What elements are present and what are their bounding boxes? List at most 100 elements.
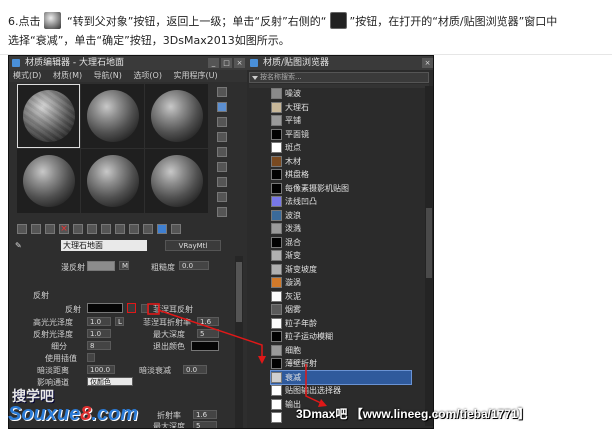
map-list-item[interactable]: 薄壁折射 <box>271 357 411 371</box>
map-list-item[interactable]: 平铺 <box>271 114 411 128</box>
sample-slot[interactable] <box>145 84 208 148</box>
refl-gloss-spinner[interactable]: 1.0 <box>87 329 111 338</box>
params-scrollbar[interactable] <box>235 256 243 428</box>
options-icon[interactable] <box>217 177 227 187</box>
search-by-name-field[interactable]: 按名称搜索... <box>249 72 429 83</box>
lock-button[interactable]: L <box>115 317 124 326</box>
map-list-item[interactable]: 法线凹凸 <box>271 195 411 209</box>
map-list-item[interactable]: 木材 <box>271 155 411 169</box>
assign-material-icon[interactable] <box>45 224 55 234</box>
material-name-field[interactable]: 大理石地面 <box>61 240 147 251</box>
scrollbar-thumb[interactable] <box>236 262 242 322</box>
map-list-item[interactable]: 每像素摄影机贴图 <box>271 182 411 196</box>
hilight-gloss-spinner[interactable]: 1.0 <box>87 317 111 326</box>
reflect-map-button[interactable] <box>127 303 136 313</box>
chevron-down-icon[interactable] <box>252 76 258 80</box>
map-list-item-label: 薄壁折射 <box>285 359 317 369</box>
sample-type-icon[interactable] <box>217 87 227 97</box>
uv-tiling-icon[interactable] <box>217 132 227 142</box>
subdivs-spinner[interactable]: 8 <box>87 341 111 350</box>
swirl-icon <box>271 277 282 289</box>
browser-scrollbar[interactable] <box>425 86 433 426</box>
select-by-material-icon[interactable] <box>217 192 227 202</box>
refraction-ior-spinner[interactable]: 1.6 <box>193 410 217 419</box>
close-icon[interactable]: × <box>422 58 433 68</box>
make-preview-icon[interactable] <box>217 162 227 172</box>
fresnel-ior-label: 菲涅耳折射率 <box>143 318 191 327</box>
go-to-parent-button-icon[interactable] <box>157 224 167 234</box>
menu-utilities[interactable]: 实用程序(U) <box>174 71 218 80</box>
put-to-scene-icon[interactable] <box>31 224 41 234</box>
menu-mode[interactable]: 模式(D) <box>13 71 41 80</box>
scrollbar-thumb[interactable] <box>426 208 432 278</box>
use-interp-checkbox[interactable] <box>87 353 95 362</box>
sample-slot[interactable] <box>17 149 80 213</box>
map-list-item[interactable]: 泼溅 <box>271 222 411 236</box>
dim-falloff-spinner[interactable]: 0.0 <box>183 365 207 374</box>
map-list-item[interactable]: 粒子运动模糊 <box>271 330 411 344</box>
map-list-item[interactable]: 混合 <box>271 236 411 250</box>
instruction-part-b: “转到父对象”按钮，返回上一级；单击“反射”右侧的“ <box>63 15 327 28</box>
fresnel-checkbox[interactable] <box>141 304 149 313</box>
backlight-icon[interactable] <box>217 102 227 112</box>
background-icon[interactable] <box>217 117 227 127</box>
diffuse-swatch[interactable] <box>87 261 115 271</box>
sample-slot[interactable] <box>17 84 80 148</box>
map-list-item[interactable]: 漩涡 <box>271 276 411 290</box>
map-list-item[interactable]: 渐变 <box>271 249 411 263</box>
output-selector-icon <box>271 385 282 397</box>
map-list-item[interactable]: 大理石 <box>271 101 411 115</box>
material-editor-titlebar[interactable]: 材质编辑器 - 大理石地面 _ □ × <box>9 56 247 70</box>
refraction-max-depth-spinner[interactable]: 5 <box>193 421 217 428</box>
material-navigator-icon[interactable] <box>217 207 227 217</box>
map-list-item[interactable]: 渐变坡度 <box>271 263 411 277</box>
map-list-item[interactable]: 贴图输出选择器 <box>271 384 411 398</box>
show-map-icon[interactable] <box>129 224 139 234</box>
map-list-item[interactable]: 棋盘格 <box>271 168 411 182</box>
menu-navigation[interactable]: 导航(N) <box>94 71 122 80</box>
side-toolbar <box>213 84 243 222</box>
diffuse-map-button[interactable]: M <box>119 261 129 270</box>
copy-material-icon[interactable] <box>73 224 83 234</box>
fresnel-ior-spinner[interactable]: 1.6 <box>197 317 219 326</box>
show-end-result-icon[interactable] <box>143 224 153 234</box>
map-list-item[interactable]: 波浪 <box>271 209 411 223</box>
map-list-item[interactable]: 烟雾 <box>271 303 411 317</box>
menu-options[interactable]: 选项(O) <box>133 71 162 80</box>
map-list-item[interactable]: 斑点 <box>271 141 411 155</box>
map-list-item[interactable]: 灰泥 <box>271 290 411 304</box>
exit-color-swatch[interactable] <box>191 341 219 351</box>
sample-slot[interactable] <box>81 149 144 213</box>
get-material-icon[interactable] <box>17 224 27 234</box>
minimize-icon[interactable]: _ <box>208 58 219 68</box>
affect-channels-dropdown[interactable]: 仅颜色 <box>87 377 133 386</box>
max-depth-spinner[interactable]: 5 <box>197 329 219 338</box>
reset-map-icon[interactable]: × <box>59 224 69 234</box>
go-forward-sibling-icon[interactable] <box>171 224 181 234</box>
maximize-icon[interactable]: □ <box>221 58 232 68</box>
close-icon[interactable]: × <box>234 58 245 68</box>
watermark-tieba-a: 3Dmax吧 【 <box>296 407 363 421</box>
map-list-item[interactable]: 平面镜 <box>271 128 411 142</box>
map-list-item[interactable]: 粒子年龄 <box>271 317 411 331</box>
map-list-item[interactable]: 细胞 <box>271 344 411 358</box>
reflect-swatch[interactable] <box>87 303 123 313</box>
dim-distance-spinner[interactable]: 100.0 <box>87 365 115 374</box>
waves-icon <box>271 209 282 221</box>
roughness-spinner[interactable]: 0.0 <box>179 261 209 270</box>
put-to-library-icon[interactable] <box>101 224 111 234</box>
output-icon <box>271 398 282 410</box>
watermark-logo-b: 8 <box>80 403 92 425</box>
refraction-max-depth-label: 最大深度 <box>153 422 185 429</box>
sample-slot[interactable] <box>145 149 208 213</box>
eyedropper-icon[interactable]: ✎ <box>15 240 22 252</box>
material-type-button[interactable]: VRayMtl <box>165 240 221 251</box>
map-browser-titlebar[interactable]: 材质/贴图浏览器 × <box>247 56 433 70</box>
make-unique-icon[interactable] <box>87 224 97 234</box>
material-id-icon[interactable] <box>115 224 125 234</box>
menu-material[interactable]: 材质(M) <box>53 71 82 80</box>
video-color-check-icon[interactable] <box>217 147 227 157</box>
map-list-item[interactable]: 衰减 <box>270 369 412 385</box>
sample-slot[interactable] <box>81 84 144 148</box>
map-list-item[interactable]: 噪波 <box>271 87 411 101</box>
